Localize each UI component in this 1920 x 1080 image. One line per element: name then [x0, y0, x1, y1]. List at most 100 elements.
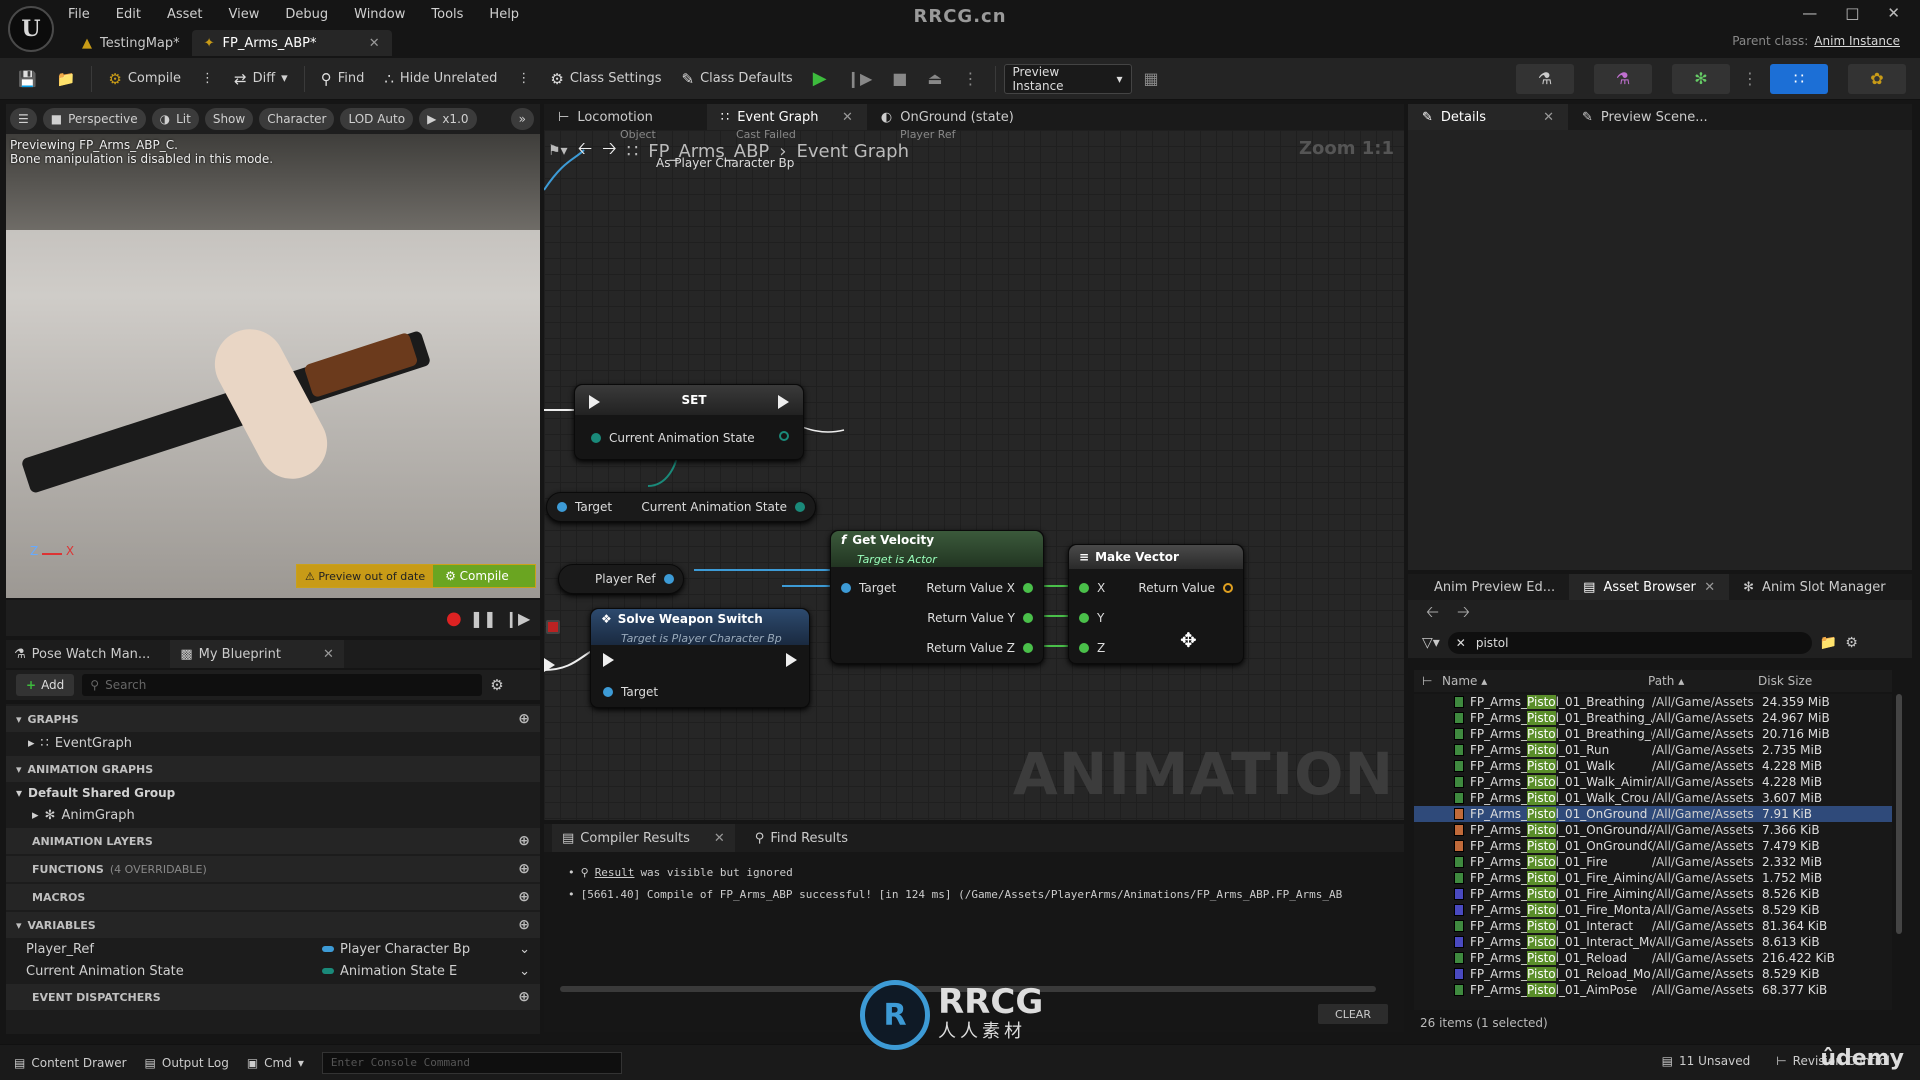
mode-options-icon[interactable]: ⋮: [1734, 64, 1766, 94]
viewport-compile-button[interactable]: ⚙ Compile: [433, 565, 535, 587]
target-pin[interactable]: Target: [557, 500, 612, 514]
player-ref-out-pin[interactable]: Player Ref: [595, 572, 674, 586]
lit-button[interactable]: ◑ Lit: [151, 108, 199, 130]
parent-class-link[interactable]: Anim Instance: [1814, 34, 1900, 48]
result-link[interactable]: Result: [595, 866, 635, 879]
step-forward-icon[interactable]: ❙▶: [505, 609, 531, 628]
blueprint-mode-button[interactable]: ∷: [1770, 63, 1828, 94]
filter-icon[interactable]: ▽▾: [1422, 635, 1440, 651]
save-button[interactable]: 💾: [10, 64, 45, 94]
step-button[interactable]: ❙▶: [839, 64, 881, 94]
forward-arrow-icon[interactable]: 🡢: [602, 136, 617, 166]
back-arrow-icon[interactable]: 🡠: [578, 136, 593, 166]
get-velocity-node[interactable]: f Get Velocity Target is Actor Target Ret…: [830, 530, 1044, 664]
output-log-button[interactable]: ▤ Output Log: [145, 1056, 229, 1070]
section-macros[interactable]: MACROS ⊕: [6, 884, 540, 910]
browse-button[interactable]: 📁: [49, 64, 84, 94]
minimize-icon[interactable]: —: [1802, 4, 1817, 22]
tab-details[interactable]: ✎ Details ✕: [1408, 104, 1568, 130]
column-name[interactable]: Name ▴: [1442, 674, 1648, 688]
hide-unrelated-button[interactable]: ∴ Hide Unrelated: [376, 64, 505, 94]
make-vector-node[interactable]: ≡ Make Vector X Y Z Return Value: [1068, 544, 1244, 664]
tree-item-anim-graph[interactable]: ▸ ✻ AnimGraph: [6, 804, 540, 826]
return-value-z-pin[interactable]: Return Value Z: [926, 641, 1033, 655]
physics-mode-button[interactable]: ✿: [1848, 63, 1906, 94]
exec-out-pin[interactable]: [778, 395, 789, 409]
asset-row[interactable]: FP_Arms_Pistol_01_OnGround/All/Game/Asse…: [1414, 806, 1892, 822]
event-graph-canvas[interactable]: ⚑▾ 🡠 🡢 ∷ FP_Arms_ABP › Event Graph Objec…: [544, 130, 1404, 820]
column-disk-size[interactable]: Disk Size: [1758, 674, 1812, 688]
exec-out-pin[interactable]: [786, 653, 797, 667]
asset-row[interactable]: FP_Arms_Pistol_01_Walk_Crou/All/Game/Ass…: [1414, 790, 1892, 806]
add-variable-icon[interactable]: ⊕: [518, 917, 530, 933]
maximize-icon[interactable]: □: [1845, 4, 1859, 22]
preview-viewport[interactable]: Previewing FP_Arms_ABP_C. Bone manipulat…: [6, 134, 540, 598]
solve-weapon-switch-node[interactable]: ❖ Solve Weapon Switch Target is Player Ch…: [590, 608, 810, 708]
eject-button[interactable]: ⏏: [919, 64, 950, 94]
close-tab-icon[interactable]: ✕: [842, 110, 853, 125]
z-pin[interactable]: Z: [1079, 641, 1105, 655]
breakpoint-icon[interactable]: [546, 620, 560, 634]
settings-gear-icon[interactable]: ⚙: [490, 676, 503, 694]
animation-mode-button[interactable]: ✻: [1672, 63, 1730, 94]
add-function-icon[interactable]: ⊕: [518, 861, 530, 877]
skeleton-mode-button[interactable]: ⚗: [1516, 63, 1574, 94]
asset-row[interactable]: FP_Arms_Pistol_01_OnGroundC/All/Game/Ass…: [1414, 838, 1892, 854]
record-icon[interactable]: ●: [446, 608, 462, 629]
chevron-down-icon[interactable]: ⌄: [519, 964, 530, 979]
tab-find-results[interactable]: ⚲ Find Results: [755, 831, 848, 846]
playback-speed-button[interactable]: ▶ x1.0: [419, 108, 477, 130]
tab-my-blueprint[interactable]: ▩ My Blueprint ✕: [170, 640, 344, 668]
asset-search-input[interactable]: ✕ pistol: [1447, 632, 1812, 654]
tab-fp-arms-abp[interactable]: ✦ FP_Arms_ABP* ✕: [191, 30, 392, 56]
current-animation-state-pin[interactable]: Current Animation State: [591, 431, 755, 445]
tab-preview-scene[interactable]: ✎ Preview Scene...: [1568, 104, 1722, 130]
asset-row[interactable]: FP_Arms_Pistol_01_Walk_Aimin/All/Game/As…: [1414, 774, 1892, 790]
viewport-menu-button[interactable]: ☰: [10, 108, 37, 130]
class-settings-button[interactable]: ⚙ Class Settings: [542, 64, 669, 94]
perspective-button[interactable]: ■ Perspective: [42, 108, 146, 130]
tab-on-ground-state[interactable]: ◐ OnGround (state): [867, 104, 1028, 130]
return-value-y-pin[interactable]: Return Value Y: [927, 611, 1033, 625]
compile-button[interactable]: ⚙ Compile: [100, 64, 189, 94]
variable-type[interactable]: Animation State E: [322, 964, 457, 979]
add-graph-icon[interactable]: ⊕: [518, 711, 530, 727]
hide-options-icon[interactable]: ⋮: [509, 64, 538, 94]
output-pin[interactable]: [779, 431, 789, 441]
play-button[interactable]: ▶: [805, 64, 835, 94]
asset-scrollbar[interactable]: [1896, 694, 1902, 934]
section-functions[interactable]: FUNCTIONS (4 OVERRIDABLE) ⊕: [6, 856, 540, 882]
column-path[interactable]: Path ▴: [1648, 674, 1758, 688]
bookmark-icon[interactable]: ⚑▾: [548, 143, 568, 159]
asset-row[interactable]: FP_Arms_Pistol_01_OnGroundA/All/Game/Ass…: [1414, 822, 1892, 838]
asset-row[interactable]: FP_Arms_Pistol_01_Fire_Aiming/All/Game/A…: [1414, 886, 1892, 902]
asset-row[interactable]: FP_Arms_Pistol_01_Fire_Monta/All/Game/As…: [1414, 902, 1892, 918]
asset-row[interactable]: FP_Arms_Pistol_01_Breathing/All/Game/Ass…: [1414, 694, 1892, 710]
exec-in-pin[interactable]: [603, 653, 614, 667]
tree-toggle-icon[interactable]: ⊢: [1414, 674, 1442, 688]
debug-filter-icon[interactable]: ▦: [1136, 64, 1167, 94]
tree-item-event-graph[interactable]: ▸ ∷ EventGraph: [6, 732, 540, 754]
asset-row[interactable]: FP_Arms_Pistol_01_Fire_Aiming/All/Game/A…: [1414, 870, 1892, 886]
clear-button[interactable]: CLEAR: [1318, 1004, 1388, 1024]
add-button[interactable]: + Add: [16, 674, 75, 696]
chevron-down-icon[interactable]: ⌄: [519, 942, 530, 957]
close-tab-icon[interactable]: ✕: [369, 36, 380, 51]
class-defaults-button[interactable]: ✎ Class Defaults: [674, 64, 801, 94]
blueprint-search-input[interactable]: ⚲ Search: [82, 674, 483, 696]
variable-player-ref[interactable]: Player_Ref Player Character Bp ⌄: [6, 938, 540, 960]
exec-in-pin[interactable]: [589, 395, 600, 409]
asset-row[interactable]: FP_Arms_Pistol_01_Interact/All/Game/Asse…: [1414, 918, 1892, 934]
character-button[interactable]: Character: [259, 108, 335, 130]
tab-compiler-results[interactable]: ▤ Compiler Results ✕: [552, 824, 735, 852]
variable-current-animation-state[interactable]: Current Animation State Animation State E…: [6, 960, 540, 982]
close-tab-icon[interactable]: ✕: [1543, 110, 1554, 125]
add-macro-icon[interactable]: ⊕: [518, 889, 530, 905]
asset-row[interactable]: FP_Arms_Pistol_01_Run/All/Game/Assets 2.7…: [1414, 742, 1892, 758]
section-event-dispatchers[interactable]: EVENT DISPATCHERS ⊕: [6, 984, 540, 1010]
tab-anim-slot-manager[interactable]: ✻ Anim Slot Manager: [1729, 574, 1899, 600]
asset-row[interactable]: FP_Arms_Pistol_01_Breathing_A/All/Game/A…: [1414, 710, 1892, 726]
preview-instance-dropdown[interactable]: Preview Instance ▾: [1003, 63, 1132, 94]
asset-row[interactable]: FP_Arms_Pistol_01_Interact_Mo/All/Game/A…: [1414, 934, 1892, 950]
y-pin[interactable]: Y: [1079, 611, 1104, 625]
